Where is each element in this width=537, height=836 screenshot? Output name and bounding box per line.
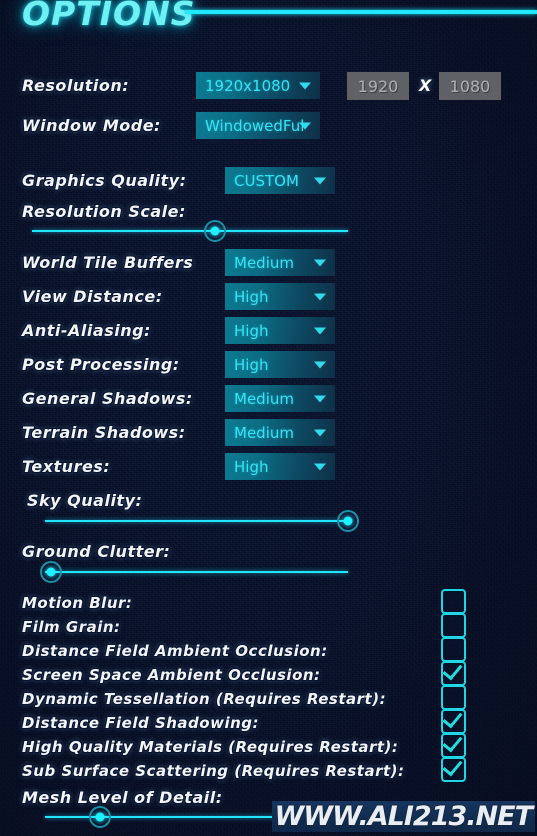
options-screen: OPTIONS Resolution: 1920x1080 1920 X 108… bbox=[0, 0, 537, 836]
label-high-quality-materials: High Quality Materials (Requires Restart… bbox=[22, 738, 399, 756]
dropdown-resolution[interactable]: 1920x1080 bbox=[196, 72, 320, 99]
label-textures: Textures: bbox=[22, 457, 111, 476]
dropdown-textures-value: High bbox=[234, 457, 269, 476]
resolution-separator: X bbox=[419, 76, 432, 95]
label-world-tile-buffers: World Tile Buffers bbox=[22, 253, 194, 272]
label-general-shadows: General Shadows: bbox=[22, 389, 193, 408]
chevron-down-icon bbox=[314, 463, 326, 470]
dropdown-graphics-quality-value: CUSTOM bbox=[234, 171, 299, 190]
chevron-down-icon bbox=[314, 177, 326, 184]
label-resolution: Resolution: bbox=[22, 76, 130, 95]
chevron-down-icon bbox=[314, 293, 326, 300]
chevron-down-icon bbox=[314, 327, 326, 334]
input-resolution-height[interactable]: 1080 bbox=[439, 72, 501, 100]
label-film-grain: Film Grain: bbox=[22, 618, 121, 636]
label-anti-aliasing: Anti-Aliasing: bbox=[22, 321, 151, 340]
title-divider-line bbox=[185, 10, 537, 14]
slider-handle[interactable] bbox=[204, 220, 227, 242]
checkbox-sub-surface-scattering[interactable] bbox=[441, 755, 466, 782]
dropdown-world-tile-buffers[interactable]: Medium bbox=[225, 249, 335, 276]
slider-resolution-scale[interactable] bbox=[32, 220, 348, 242]
slider-track bbox=[45, 520, 348, 522]
label-window-mode: Window Mode: bbox=[22, 116, 161, 135]
dropdown-terrain-shadows-value: Medium bbox=[234, 423, 294, 442]
dropdown-anti-aliasing-value: High bbox=[234, 321, 269, 340]
slider-track bbox=[32, 230, 348, 232]
check-icon bbox=[442, 731, 463, 753]
label-dynamic-tessellation: Dynamic Tessellation (Requires Restart): bbox=[22, 690, 387, 708]
dropdown-view-distance[interactable]: High bbox=[225, 283, 335, 310]
dropdown-general-shadows-value: Medium bbox=[234, 389, 294, 408]
slider-handle[interactable] bbox=[337, 510, 359, 532]
label-resolution-scale: Resolution Scale: bbox=[22, 202, 186, 221]
slider-ground-clutter[interactable] bbox=[40, 561, 348, 583]
chevron-down-icon bbox=[314, 259, 326, 266]
input-resolution-width[interactable]: 1920 bbox=[347, 72, 409, 100]
checkbox-motion-blur[interactable] bbox=[441, 589, 466, 614]
chevron-down-icon bbox=[314, 395, 326, 402]
chevron-down-icon bbox=[299, 82, 311, 89]
dropdown-world-tile-buffers-value: Medium bbox=[234, 253, 294, 272]
label-view-distance: View Distance: bbox=[22, 287, 163, 306]
chevron-down-icon bbox=[314, 429, 326, 436]
dropdown-window-mode-value: WindowedFul bbox=[205, 116, 305, 135]
label-terrain-shadows: Terrain Shadows: bbox=[22, 423, 186, 442]
label-motion-blur: Motion Blur: bbox=[22, 594, 133, 612]
dropdown-textures[interactable]: High bbox=[225, 453, 335, 480]
chevron-down-icon bbox=[314, 361, 326, 368]
checkbox-screen-space-ambient-occlusion[interactable] bbox=[441, 659, 466, 686]
check-icon bbox=[442, 755, 463, 777]
checkbox-film-grain[interactable] bbox=[441, 613, 466, 638]
dropdown-terrain-shadows[interactable]: Medium bbox=[225, 419, 335, 446]
label-screen-space-ambient-occlusion: Screen Space Ambient Occlusion: bbox=[22, 666, 321, 684]
dropdown-view-distance-value: High bbox=[234, 287, 269, 306]
label-mesh-level-of-detail: Mesh Level of Detail: bbox=[22, 788, 223, 807]
check-icon bbox=[442, 707, 463, 729]
check-icon bbox=[442, 659, 463, 681]
dropdown-post-processing-value: High bbox=[234, 355, 269, 374]
chevron-down-icon bbox=[299, 122, 311, 129]
slider-track bbox=[45, 571, 348, 573]
site-watermark: WWW.ALI213.NET bbox=[271, 801, 535, 832]
dropdown-resolution-value: 1920x1080 bbox=[205, 76, 291, 95]
dropdown-graphics-quality[interactable]: CUSTOM bbox=[225, 167, 335, 194]
dropdown-general-shadows[interactable]: Medium bbox=[225, 385, 335, 412]
slider-handle[interactable] bbox=[88, 806, 111, 828]
label-post-processing: Post Processing: bbox=[22, 355, 180, 374]
slider-handle[interactable] bbox=[40, 561, 63, 583]
page-title: OPTIONS bbox=[22, 0, 196, 33]
slider-sky-quality[interactable] bbox=[45, 510, 359, 532]
dropdown-window-mode[interactable]: WindowedFul bbox=[196, 112, 320, 139]
label-sky-quality: Sky Quality: bbox=[27, 491, 143, 510]
dropdown-anti-aliasing[interactable]: High bbox=[225, 317, 335, 344]
label-graphics-quality: Graphics Quality: bbox=[22, 171, 187, 190]
label-ground-clutter: Ground Clutter: bbox=[22, 542, 171, 561]
label-distance-field-shadowing: Distance Field Shadowing: bbox=[22, 714, 260, 732]
label-distance-field-ambient-occlusion: Distance Field Ambient Occlusion: bbox=[22, 642, 328, 660]
dropdown-post-processing[interactable]: High bbox=[225, 351, 335, 378]
label-sub-surface-scattering: Sub Surface Scattering (Requires Restart… bbox=[22, 762, 405, 780]
